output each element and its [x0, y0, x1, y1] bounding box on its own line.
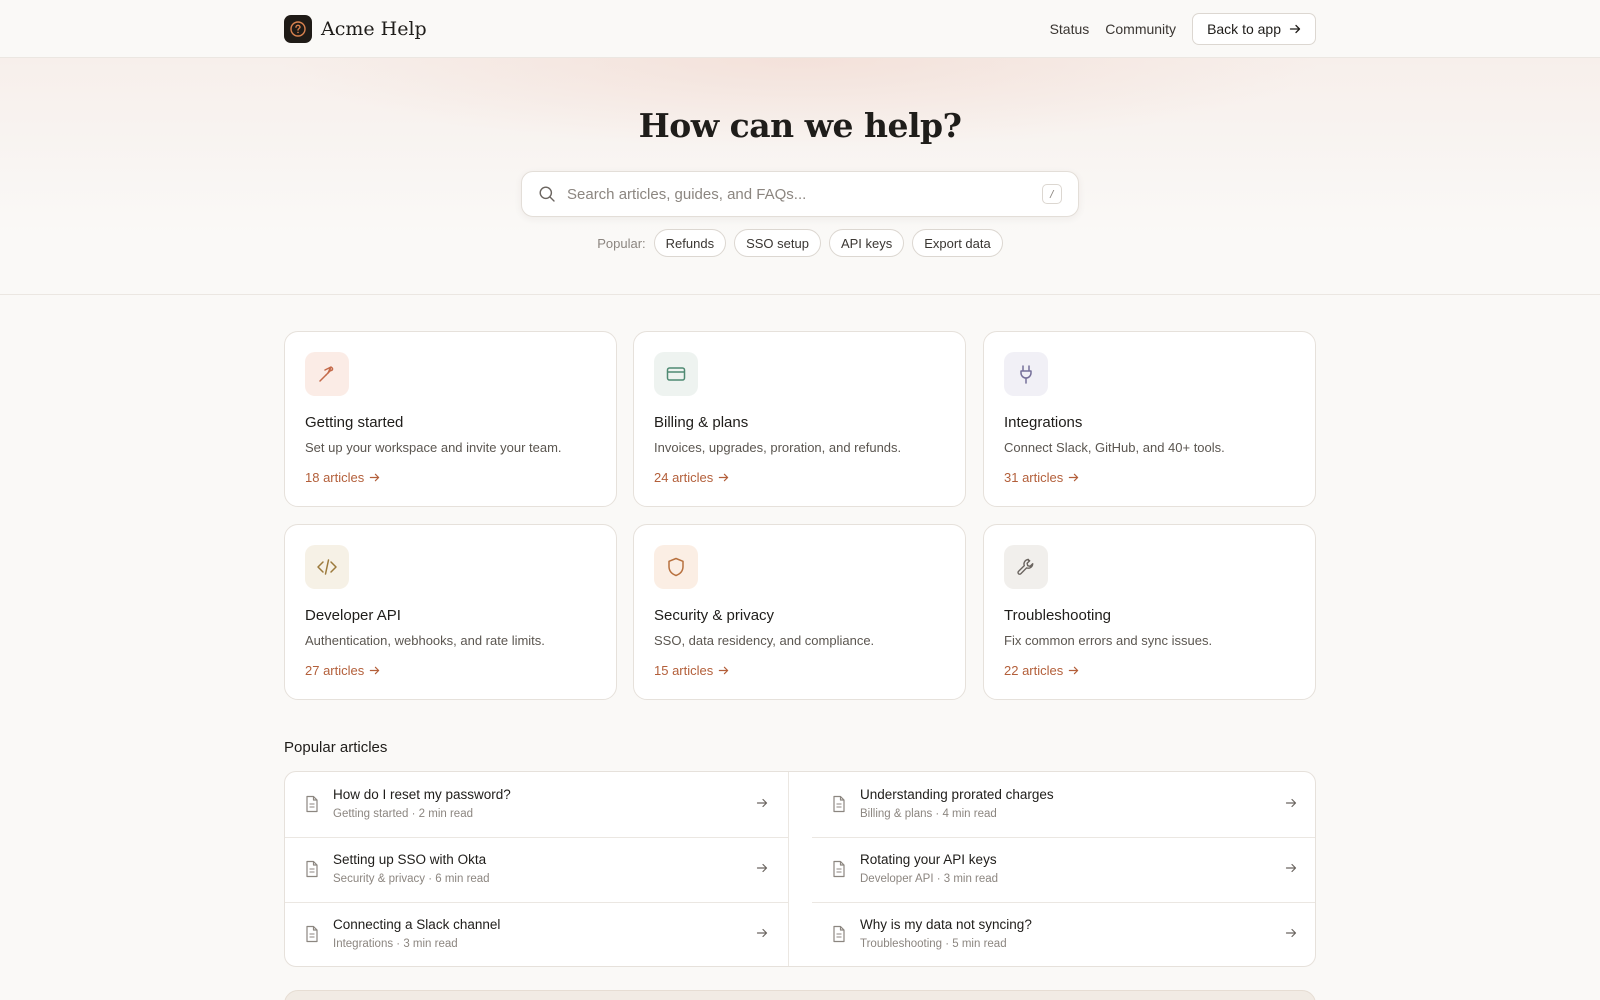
arrow-right-icon [370, 666, 380, 675]
category-card-integrations[interactable]: Integrations Connect Slack, GitHub, and … [983, 331, 1316, 507]
category-card-troubleshooting[interactable]: Troubleshooting Fix common errors and sy… [983, 524, 1316, 700]
card-description: Invoices, upgrades, proration, and refun… [654, 440, 902, 455]
column-divider [788, 772, 789, 966]
card-description: Connect Slack, GitHub, and 40+ tools. [1004, 440, 1225, 455]
card-description: SSO, data residency, and compliance. [654, 633, 875, 648]
article-count: 15 articles [654, 663, 714, 678]
article-count: 27 articles [305, 663, 365, 678]
arrow-right-icon [719, 666, 729, 675]
card-article-count-link[interactable]: 24 articles [654, 470, 729, 485]
document-icon [306, 860, 318, 878]
wrench-icon [1004, 545, 1048, 589]
card-title: Security & privacy [654, 607, 775, 624]
article-count: 31 articles [1004, 470, 1064, 485]
top-bar-inner: Acme Help Status Community Back to app [284, 0, 1316, 58]
search-input[interactable] [567, 185, 1042, 203]
popular-chip[interactable]: API keys [828, 229, 905, 257]
article-title: Understanding prorated charges [860, 787, 1054, 802]
popular-chip[interactable]: Export data [912, 229, 1003, 257]
article-meta: Integrations · 3 min read [333, 938, 458, 950]
arrow-right-icon [756, 863, 768, 873]
brand-name[interactable]: Acme Help [321, 18, 427, 40]
back-to-app-button[interactable]: Back to app [1192, 13, 1316, 45]
article-title: Why is my data not syncing? [860, 917, 1032, 932]
article-row[interactable]: Connecting a Slack channel Integrations … [285, 902, 788, 966]
arrow-right-icon [719, 473, 729, 482]
article-meta: Billing & plans · 4 min read [860, 808, 997, 820]
card-article-count-link[interactable]: 22 articles [1004, 663, 1079, 678]
page-title: How can we help? [638, 106, 962, 145]
hero: How can we help? / Popular: Refunds SSO … [0, 58, 1600, 295]
article-count: 24 articles [654, 470, 714, 485]
arrow-right-icon [1069, 666, 1079, 675]
arrow-right-icon [1285, 928, 1297, 938]
category-card-billing[interactable]: Billing & plans Invoices, upgrades, pror… [633, 331, 966, 507]
article-count: 18 articles [305, 470, 365, 485]
top-bar: Acme Help Status Community Back to app [0, 0, 1600, 58]
card-article-count-link[interactable]: 15 articles [654, 663, 729, 678]
card-description: Set up your workspace and invite your te… [305, 440, 562, 455]
search-box[interactable]: / [521, 171, 1079, 217]
search-shortcut-hint: / [1042, 184, 1062, 204]
article-title: Rotating your API keys [860, 852, 997, 867]
arrow-right-icon [1285, 863, 1297, 873]
card-article-count-link[interactable]: 18 articles [305, 470, 380, 485]
card-title: Developer API [305, 607, 401, 624]
nav-status-link[interactable]: Status [1050, 21, 1090, 37]
card-title: Troubleshooting [1004, 607, 1112, 624]
article-row[interactable]: Why is my data not syncing? Troubleshoot… [812, 902, 1315, 966]
category-card-developer-api[interactable]: Developer API Authentication, webhooks, … [284, 524, 617, 700]
popular-chip[interactable]: Refunds [653, 229, 727, 257]
arrow-right-icon [1069, 473, 1079, 482]
article-title: How do I reset my password? [333, 787, 511, 802]
top-nav: Status Community Back to app [1050, 13, 1316, 45]
card-description: Authentication, webhooks, and rate limit… [305, 633, 545, 648]
card-article-count-link[interactable]: 31 articles [1004, 470, 1079, 485]
popular-label: Popular: [597, 235, 646, 251]
card-title: Billing & plans [654, 414, 749, 431]
plug-icon [1004, 352, 1048, 396]
article-row[interactable]: Setting up SSO with Okta Security & priv… [285, 837, 788, 902]
article-meta: Troubleshooting · 5 min read [860, 938, 1007, 950]
document-icon [833, 795, 845, 813]
card-title: Getting started [305, 414, 404, 431]
article-row[interactable]: Understanding prorated charges Billing &… [812, 772, 1315, 837]
article-title: Setting up SSO with Okta [333, 852, 487, 867]
popular-searches: Popular: Refunds SSO setup API keys Expo… [0, 229, 1600, 257]
card-title: Integrations [1004, 414, 1083, 431]
arrow-right-icon [1289, 24, 1301, 34]
category-card-security[interactable]: Security & privacy SSO, data residency, … [633, 524, 966, 700]
arrow-right-icon [370, 473, 380, 482]
arrow-right-icon [1285, 798, 1297, 808]
code-icon [305, 545, 349, 589]
search-icon [539, 186, 555, 202]
nav-community-link[interactable]: Community [1105, 21, 1176, 37]
back-to-app-label: Back to app [1207, 21, 1281, 37]
category-card-getting-started[interactable]: Getting started Set up your workspace an… [284, 331, 617, 507]
document-icon [833, 925, 845, 943]
popular-articles-heading: Popular articles [284, 739, 388, 756]
article-meta: Security & privacy · 6 min read [333, 873, 490, 885]
article-row[interactable]: How do I reset my password? Getting star… [285, 772, 788, 837]
article-row[interactable]: Rotating your API keys Developer API · 3… [812, 837, 1315, 902]
arrow-right-icon [756, 798, 768, 808]
popular-articles-list: How do I reset my password? Getting star… [284, 771, 1316, 967]
popular-chip[interactable]: SSO setup [734, 229, 821, 257]
shield-icon [654, 545, 698, 589]
article-meta: Developer API · 3 min read [860, 873, 999, 885]
article-count: 22 articles [1004, 663, 1064, 678]
credit-card-icon [654, 352, 698, 396]
document-icon [306, 795, 318, 813]
document-icon [833, 860, 845, 878]
card-description: Fix common errors and sync issues. [1004, 633, 1213, 648]
document-icon [306, 925, 318, 943]
arrow-right-icon [756, 928, 768, 938]
rocket-icon [305, 352, 349, 396]
help-logo-icon[interactable] [284, 15, 312, 43]
article-title: Connecting a Slack channel [333, 917, 501, 932]
contact-banner-edge [284, 990, 1316, 1000]
card-article-count-link[interactable]: 27 articles [305, 663, 380, 678]
article-meta: Getting started · 2 min read [333, 808, 473, 820]
